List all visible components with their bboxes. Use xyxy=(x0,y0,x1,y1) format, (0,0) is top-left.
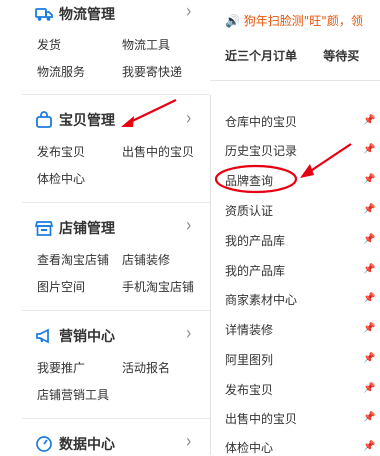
flyout-item[interactable]: 出售中的宝贝 xyxy=(225,410,297,427)
items-flyout-menu: 仓库中的宝贝 📌 历史宝贝记录 📌 品牌查询 📌 资质认证 📌 我的产品库 📌 … xyxy=(210,95,380,455)
section-title: 店铺管理 xyxy=(59,221,115,237)
link-ship[interactable]: 发货 xyxy=(37,36,61,53)
pin-icon[interactable]: 📌 xyxy=(363,323,375,335)
pin-icon[interactable]: 📌 xyxy=(363,412,375,424)
flyout-item[interactable]: 详情装修 xyxy=(225,321,273,338)
tab-awaiting-buyer[interactable]: 等待买 xyxy=(323,47,359,64)
pin-icon[interactable]: 📌 xyxy=(363,234,375,246)
link-marketing-tools[interactable]: 店铺营销工具 xyxy=(37,386,109,403)
flyout-item[interactable]: 发布宝贝 xyxy=(225,381,273,398)
divider xyxy=(22,202,210,203)
link-view-store[interactable]: 查看淘宝店铺 xyxy=(37,251,109,268)
link-publish-item[interactable]: 发布宝贝 xyxy=(37,143,85,160)
promo-notice[interactable]: 🔊 狗年扫脸测"旺"颜，领 xyxy=(225,12,363,29)
chevron-right-icon[interactable]: › xyxy=(186,1,192,23)
pin-icon[interactable]: 📌 xyxy=(363,264,375,276)
link-health-center[interactable]: 体检中心 xyxy=(37,170,85,187)
seller-sidebar: 物流管理 › 发货 物流工具 物流服务 我要寄快递 宝贝管理 › 发布宝贝 出售… xyxy=(0,0,210,455)
divider xyxy=(22,418,210,419)
divider xyxy=(22,94,210,95)
chevron-right-icon[interactable]: › xyxy=(186,215,192,237)
section-marketing-header[interactable]: 营销中心 xyxy=(35,324,115,348)
pin-icon[interactable]: 📌 xyxy=(363,204,375,216)
pin-icon[interactable]: 📌 xyxy=(363,353,375,365)
section-data-header[interactable]: 数据中心 xyxy=(35,432,115,456)
flyout-item[interactable]: 我的产品库 xyxy=(225,262,285,279)
link-logistics-tools[interactable]: 物流工具 xyxy=(122,36,170,53)
speaker-icon: 🔊 xyxy=(225,14,240,28)
flyout-item[interactable]: 仓库中的宝贝 xyxy=(225,113,297,130)
section-items-header[interactable]: 宝贝管理 xyxy=(35,108,115,132)
link-logistics-service[interactable]: 物流服务 xyxy=(37,63,85,80)
chevron-right-icon[interactable]: › xyxy=(186,323,192,345)
section-logistics-header[interactable]: 物流管理 xyxy=(35,2,115,26)
divider xyxy=(210,80,380,81)
pin-icon[interactable]: 📌 xyxy=(363,144,375,156)
link-event-signup[interactable]: 活动报名 xyxy=(122,359,170,376)
section-title: 营销中心 xyxy=(59,329,115,345)
link-items-on-sale[interactable]: 出售中的宝贝 xyxy=(122,143,194,160)
chevron-right-icon[interactable]: › xyxy=(186,431,192,453)
link-image-space[interactable]: 图片空间 xyxy=(37,278,85,295)
flyout-item[interactable]: 商家素材中心 xyxy=(225,291,297,308)
dashboard-icon xyxy=(35,435,53,453)
flyout-item-brand-query[interactable]: 品牌查询 xyxy=(225,172,273,189)
section-title: 数据中心 xyxy=(59,437,115,453)
megaphone-icon xyxy=(35,327,53,345)
pin-icon[interactable]: 📌 xyxy=(363,383,375,395)
link-send-express[interactable]: 我要寄快递 xyxy=(122,63,182,80)
flyout-item[interactable]: 阿里图列 xyxy=(225,351,273,368)
pin-icon[interactable]: 📌 xyxy=(363,115,375,127)
link-promote[interactable]: 我要推广 xyxy=(37,359,85,376)
section-title: 宝贝管理 xyxy=(59,113,115,129)
truck-icon xyxy=(35,5,53,23)
section-store-header[interactable]: 店铺管理 xyxy=(35,216,115,240)
link-mobile-store[interactable]: 手机淘宝店铺 xyxy=(122,278,194,295)
divider xyxy=(22,310,210,311)
tab-recent-orders[interactable]: 近三个月订单 xyxy=(225,47,297,64)
pin-icon[interactable]: 📌 xyxy=(363,293,375,305)
flyout-item[interactable]: 我的产品库 xyxy=(225,232,285,249)
section-title: 物流管理 xyxy=(59,7,115,23)
link-store-decoration[interactable]: 店铺装修 xyxy=(122,251,170,268)
pin-icon[interactable]: 📌 xyxy=(363,441,375,453)
promo-notice-text: 狗年扫脸测"旺"颜，领 xyxy=(243,14,363,28)
flyout-item[interactable]: 体检中心 xyxy=(225,439,273,456)
pin-icon[interactable]: 📌 xyxy=(363,174,375,186)
order-tabs: 近三个月订单 等待买 xyxy=(225,47,380,64)
chevron-right-icon[interactable]: › xyxy=(186,108,192,130)
store-icon xyxy=(35,219,53,237)
shopping-bag-icon xyxy=(35,111,53,129)
flyout-item[interactable]: 资质认证 xyxy=(225,202,273,219)
flyout-item[interactable]: 历史宝贝记录 xyxy=(225,142,297,159)
